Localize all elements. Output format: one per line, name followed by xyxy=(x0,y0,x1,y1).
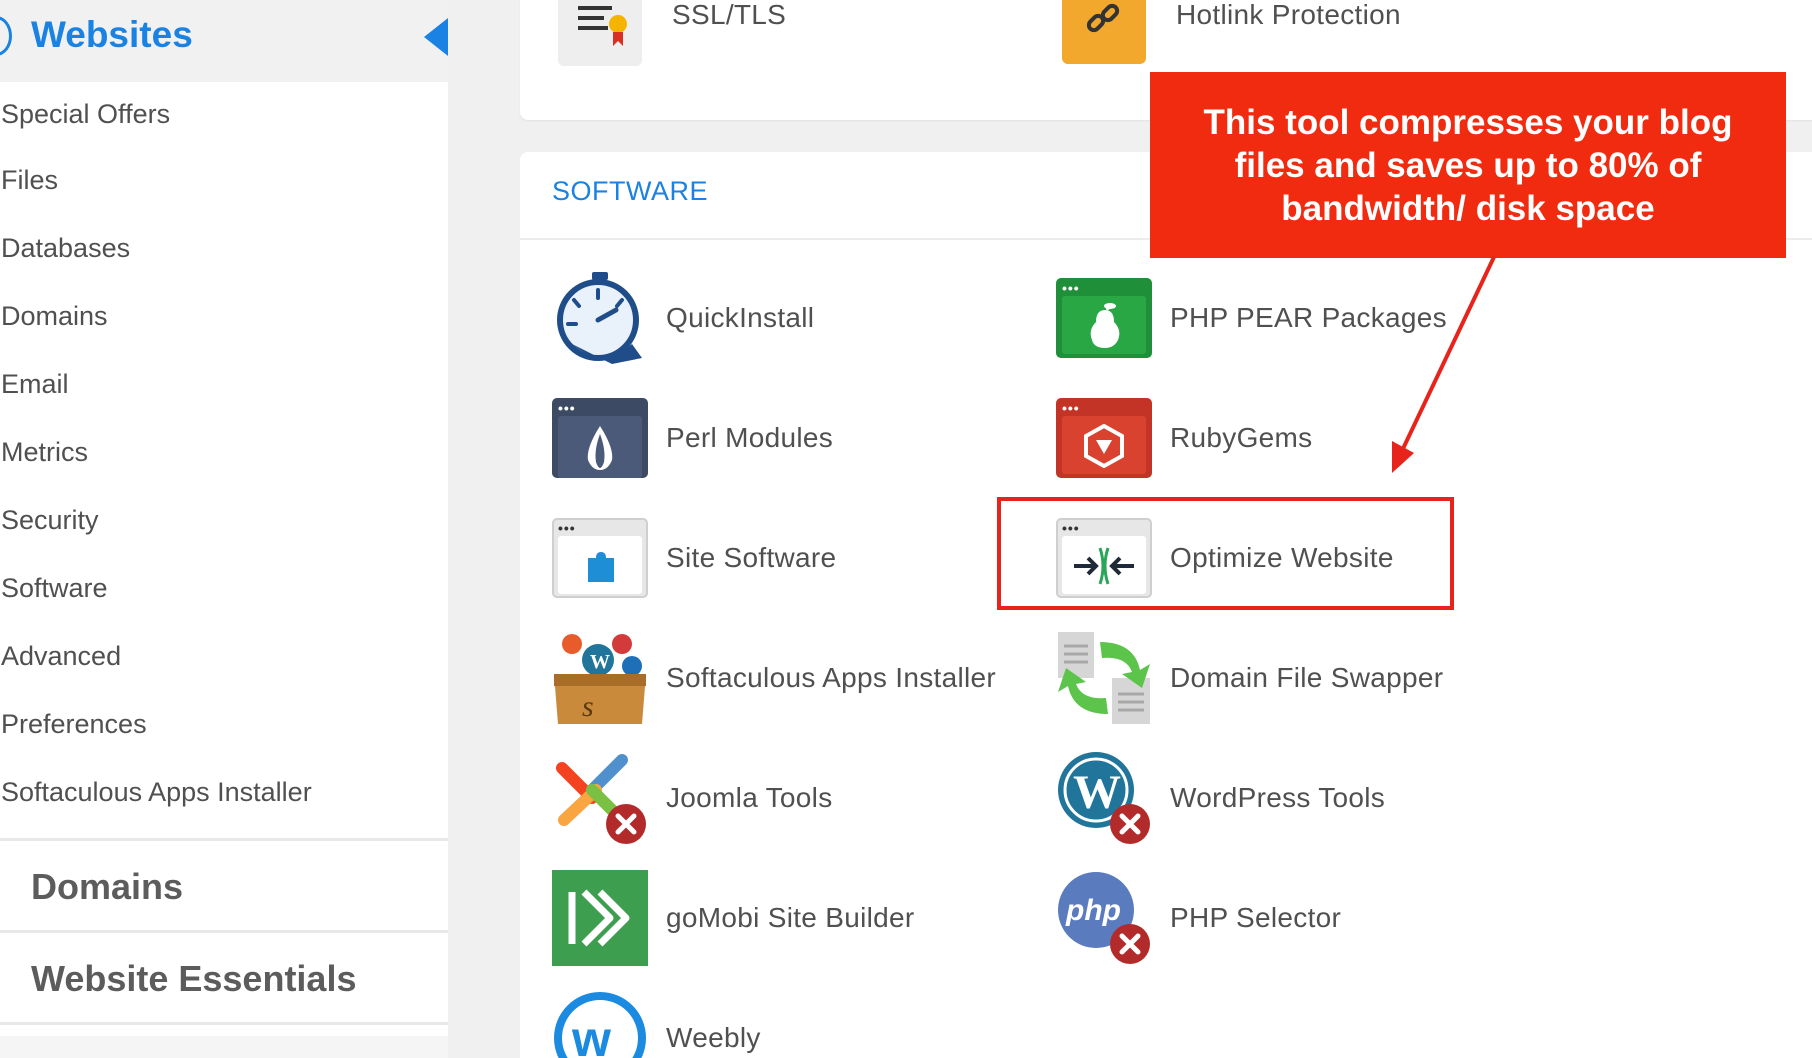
annotation-arrow-icon xyxy=(1392,256,1496,473)
tool-label: Domain File Swapper xyxy=(1170,662,1444,693)
tool-label: RubyGems xyxy=(1170,422,1313,453)
php-icon: php xyxy=(1056,870,1152,966)
stopwatch-icon xyxy=(552,270,648,366)
link-icon xyxy=(1062,0,1158,68)
sidebar-menu: Special Offers Files Databases Domains E… xyxy=(0,82,448,826)
svg-text:php: php xyxy=(1065,894,1121,927)
sidebar-item-domains[interactable]: Domains xyxy=(0,282,448,350)
tool-softaculous[interactable]: W s Softaculous Apps Installer xyxy=(552,630,996,726)
tool-weebly[interactable]: w Weebly xyxy=(552,990,761,1058)
onion-icon: ••• xyxy=(552,390,648,486)
wordpress-icon: W xyxy=(1056,750,1152,846)
tool-label: Site Software xyxy=(666,542,837,573)
tool-rubygems[interactable]: ••• RubyGems xyxy=(1056,390,1312,486)
sidebar: Websites Special Offers Files Databases … xyxy=(0,0,448,1058)
pear-icon: ••• xyxy=(1056,270,1152,366)
tool-label: Perl Modules xyxy=(666,422,834,453)
toolbox-icon: W s xyxy=(552,630,648,726)
sidebar-bottom-shade xyxy=(0,1036,448,1058)
svg-text:W: W xyxy=(590,651,610,673)
tool-label: Joomla Tools xyxy=(666,782,833,813)
tool-gomobi[interactable]: goMobi Site Builder xyxy=(552,870,915,966)
svg-text:s: s xyxy=(582,690,594,723)
sidebar-item-email[interactable]: Email xyxy=(0,350,448,418)
sidebar-item-preferences[interactable]: Preferences xyxy=(0,690,448,758)
sidebar-item-softaculous[interactable]: Softaculous Apps Installer xyxy=(0,758,448,826)
gomobi-icon xyxy=(552,870,648,966)
tool-label: QuickInstall xyxy=(666,302,815,333)
tool-joomla-tools[interactable]: Joomla Tools xyxy=(552,750,833,846)
sidebar-title: Websites xyxy=(31,14,193,55)
sidebar-section-domains[interactable]: Domains xyxy=(0,841,448,933)
sidebar-item-databases[interactable]: Databases xyxy=(0,214,448,282)
tool-quickinstall[interactable]: QuickInstall xyxy=(552,270,814,366)
certificate-icon xyxy=(558,0,654,68)
joomla-icon xyxy=(552,750,648,846)
sidebar-item-advanced[interactable]: Advanced xyxy=(0,622,448,690)
sidebar-item-security[interactable]: Security xyxy=(0,486,448,554)
puzzle-icon: ••• xyxy=(552,510,648,606)
tool-label: SSL/TLS xyxy=(672,0,787,30)
sidebar-header[interactable]: Websites xyxy=(0,0,448,82)
svg-text:W: W xyxy=(1073,766,1121,819)
tool-site-software[interactable]: ••• Site Software xyxy=(552,510,836,606)
tool-label: WordPress Tools xyxy=(1170,782,1386,813)
tool-domain-file-swapper[interactable]: Domain File Swapper xyxy=(1056,630,1443,726)
collapse-caret-icon[interactable] xyxy=(424,18,448,56)
section-header-software: SOFTWARE xyxy=(552,176,708,206)
annotation-callout: This tool compresses your blog files and… xyxy=(1150,72,1786,258)
weebly-icon: w xyxy=(552,990,648,1058)
sidebar-item-special-offers[interactable]: Special Offers xyxy=(0,82,448,146)
tool-label: PHP Selector xyxy=(1170,902,1342,933)
tool-wordpress-tools[interactable]: W WordPress Tools xyxy=(1056,750,1385,846)
svg-text:w: w xyxy=(571,1011,611,1058)
ruby-gem-icon: ••• xyxy=(1056,390,1152,486)
tool-label: goMobi Site Builder xyxy=(666,902,915,933)
tool-php-selector[interactable]: php PHP Selector xyxy=(1056,870,1341,966)
tool-ssl-tls[interactable]: SSL/TLS xyxy=(558,0,786,68)
tool-label: Hotlink Protection xyxy=(1176,0,1401,30)
annotation-highlight-box xyxy=(997,497,1454,610)
tool-hotlink-protection[interactable]: Hotlink Protection xyxy=(1062,0,1401,68)
websites-icon xyxy=(0,16,12,56)
tool-perl-modules[interactable]: ••• Perl Modules xyxy=(552,390,833,486)
tool-label: Weebly xyxy=(666,1022,761,1053)
sidebar-item-software[interactable]: Software xyxy=(0,554,448,622)
sidebar-item-files[interactable]: Files xyxy=(0,146,448,214)
file-swap-icon xyxy=(1056,630,1152,726)
sidebar-section-website-essentials[interactable]: Website Essentials xyxy=(0,933,448,1025)
tool-label: Softaculous Apps Installer xyxy=(666,662,996,693)
sidebar-item-metrics[interactable]: Metrics xyxy=(0,418,448,486)
